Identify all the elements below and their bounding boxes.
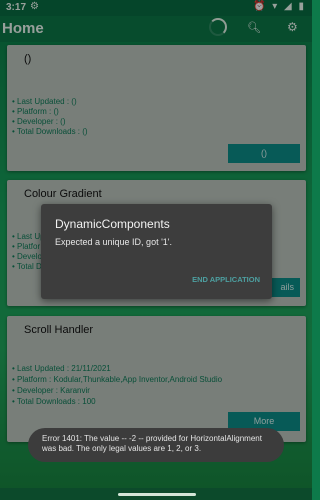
home-gesture-pill[interactable] <box>118 493 196 496</box>
dialog-message: Expected a unique ID, got '1'. <box>55 237 173 247</box>
end-application-button[interactable]: END APPLICATION <box>192 275 260 284</box>
navigation-bar <box>0 488 312 500</box>
error-dialog: DynamicComponents Expected a unique ID, … <box>41 204 272 299</box>
error-toast: Error 1401: The value -- -2 -- provided … <box>28 428 284 462</box>
dialog-title: DynamicComponents <box>55 217 170 231</box>
